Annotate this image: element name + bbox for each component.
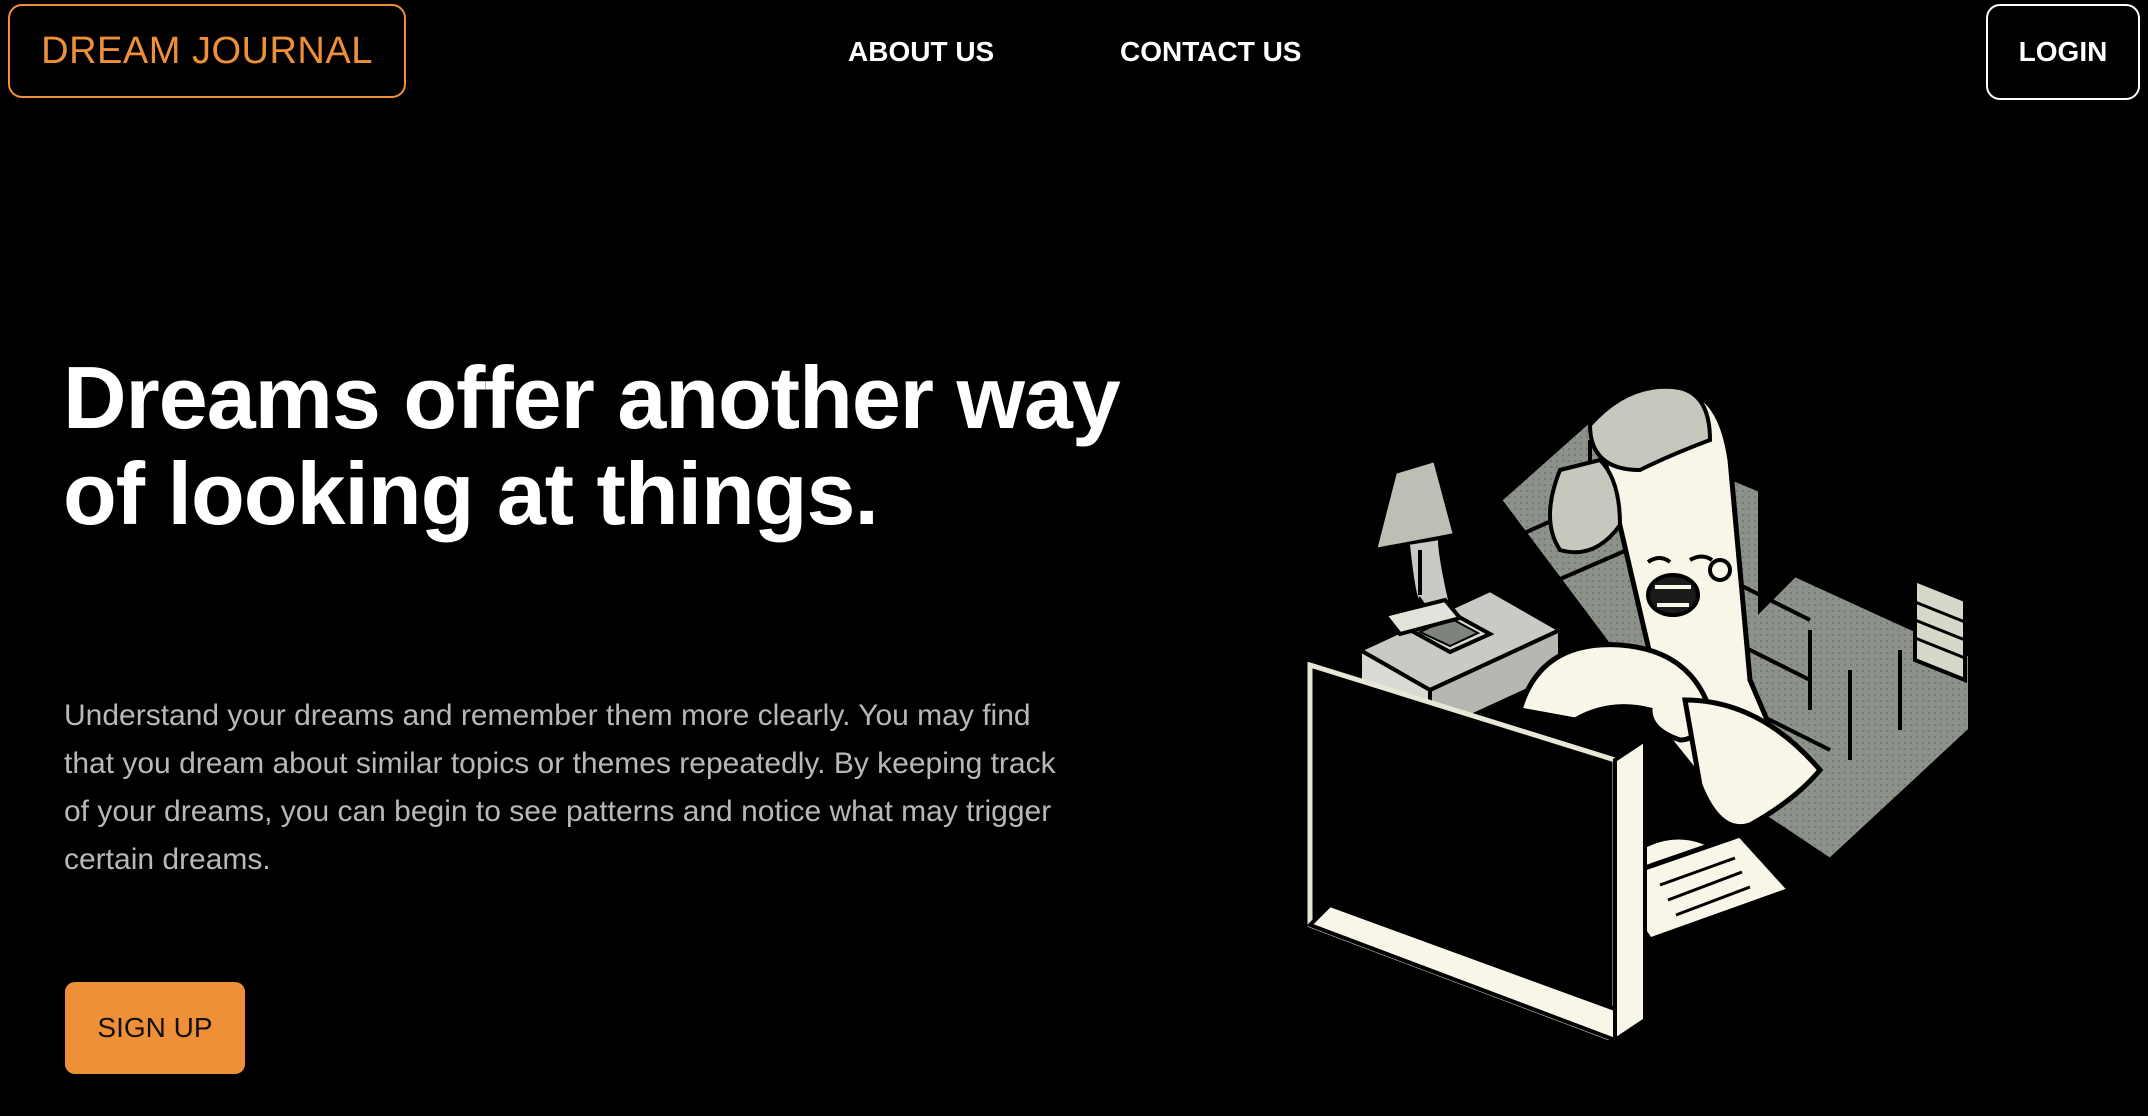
brand-logo-button[interactable]: DREAM JOURNAL: [8, 4, 406, 98]
hero-title: Dreams offer another way of looking at t…: [63, 348, 1121, 543]
hero-description: Understand your dreams and remember them…: [64, 699, 1056, 876]
login-button[interactable]: LOGIN: [1986, 4, 2140, 100]
signup-button-label: SIGN UP: [97, 1012, 213, 1043]
nav-about-link[interactable]: ABOUT US: [848, 32, 994, 72]
login-button-label: LOGIN: [2018, 36, 2108, 67]
signup-button[interactable]: SIGN UP: [65, 982, 245, 1074]
brand-name: DREAM JOURNAL: [41, 29, 373, 72]
sleeping-person-at-computer-illustration: [1306, 384, 1972, 1040]
nav-contact-link[interactable]: CONTACT US: [1120, 32, 1301, 72]
